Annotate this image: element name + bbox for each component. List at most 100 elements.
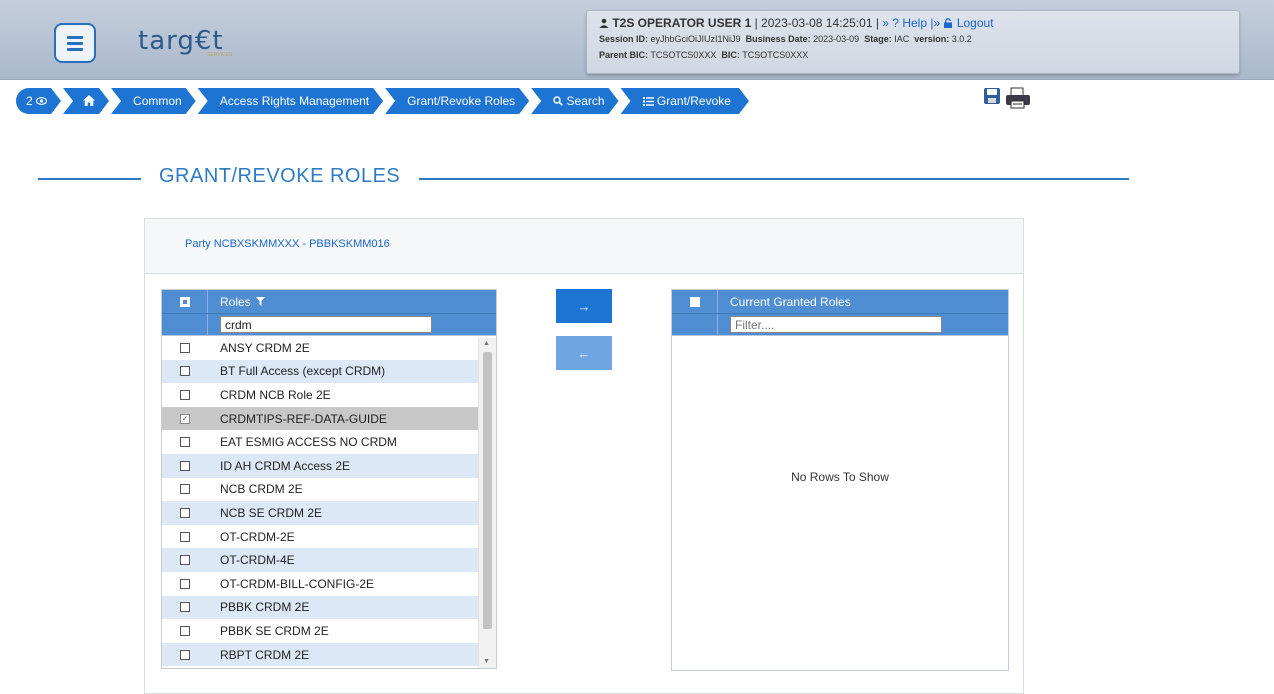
row-checkbox[interactable] <box>180 507 190 518</box>
role-name: ANSY CRDM 2E <box>220 340 310 355</box>
row-checkbox[interactable] <box>180 578 190 589</box>
row-checkbox[interactable] <box>180 555 190 566</box>
filter-icon[interactable] <box>255 297 265 306</box>
logo-subtitle: SERVICES <box>207 52 233 58</box>
parent-bic-label: Parent BIC: <box>599 50 649 60</box>
role-name: ID AH CRDM Access 2E <box>220 458 351 473</box>
list-item[interactable]: ID AH CRDM Access 2E <box>162 453 496 478</box>
row-checkbox[interactable] <box>180 649 190 660</box>
granted-roles-grid: Current Granted Roles No Rows To Show <box>671 289 1009 671</box>
breadcrumb-grant-revoke[interactable]: Grant/Revoke <box>621 88 749 114</box>
row-checkbox[interactable] <box>180 531 190 542</box>
row-checkbox[interactable] <box>180 437 190 448</box>
roles-filter-row <box>162 314 496 336</box>
history-counter-button[interactable]: 2 <box>16 88 61 114</box>
row-checkbox[interactable] <box>180 625 190 636</box>
list-item[interactable]: NCB CRDM 2E <box>162 478 496 502</box>
role-name: PBBK CRDM 2E <box>220 600 310 615</box>
row-checkbox[interactable]: ✓ <box>180 413 190 424</box>
list-item[interactable]: CRDM NCB Role 2E <box>162 383 496 407</box>
logout-link[interactable]: Logout <box>957 16 994 30</box>
print-icon[interactable] <box>1005 87 1031 109</box>
breadcrumb-home[interactable] <box>63 88 109 114</box>
session-datetime: | 2023-03-08 14:25:01 | <box>754 16 879 30</box>
row-checkbox-cell <box>162 572 208 596</box>
list-item[interactable]: PBBK CRDM 2E <box>162 595 496 620</box>
lock-icon <box>944 18 953 28</box>
save-icon[interactable] <box>983 87 1001 105</box>
list-item[interactable]: ANSY CRDM 2E <box>162 336 496 360</box>
page-title-row: GRANT/REVOKE ROLES <box>38 164 1130 194</box>
row-checkbox[interactable] <box>180 342 190 353</box>
help-link[interactable]: » ? Help <box>882 16 927 30</box>
granted-filter-input[interactable] <box>730 316 942 333</box>
row-checkbox-cell <box>162 383 208 407</box>
home-icon <box>83 95 95 106</box>
grant-role-button[interactable]: → <box>556 289 612 323</box>
breadcrumb-grant-revoke-roles[interactable]: Grant/Revoke Roles <box>385 88 529 114</box>
row-checkbox-cell <box>162 525 208 549</box>
grant-revoke-panel: Party NCBXSKMMXXX - PBBKSKMM016 Roles AN… <box>144 218 1024 694</box>
revoke-role-button[interactable]: ← <box>556 336 612 370</box>
roles-scrollbar[interactable]: ▲ ▼ <box>478 338 496 668</box>
granted-filter-spacer <box>672 314 718 335</box>
row-checkbox-cell: ✓ <box>162 407 208 431</box>
list-item[interactable]: EAT ESMIG ACCESS NO CRDM <box>162 430 496 454</box>
select-all-granted-checkbox[interactable] <box>689 296 700 307</box>
party-label[interactable]: Party NCBXSKMMXXX - PBBKSKMM016 <box>185 238 390 250</box>
row-checkbox[interactable] <box>180 366 190 377</box>
roles-grid: Roles ANSY CRDM 2E BT Full Access (except… <box>161 289 497 669</box>
role-name: PBBK SE CRDM 2E <box>220 623 329 638</box>
list-item[interactable]: NCB SE CRDM 2E <box>162 501 496 525</box>
breadcrumb-access-rights-management[interactable]: Access Rights Management <box>198 88 383 114</box>
list-item[interactable]: OT-CRDM-BILL-CONFIG-2E <box>162 572 496 596</box>
row-checkbox-cell <box>162 643 208 667</box>
party-header: Party NCBXSKMMXXX - PBBKSKMM016 <box>145 219 1023 274</box>
bic-value: TCSOTCS0XXX <box>742 50 809 60</box>
role-name: CRDM NCB Role 2E <box>220 387 331 402</box>
role-name: EAT ESMIG ACCESS NO CRDM <box>220 435 397 450</box>
breadcrumb-common[interactable]: Common <box>111 88 196 114</box>
page-title: GRANT/REVOKE ROLES <box>159 165 401 187</box>
granted-roles-column-header[interactable]: Current Granted Roles <box>718 295 851 309</box>
title-divider-right <box>419 178 1129 180</box>
row-checkbox[interactable] <box>180 602 190 613</box>
eye-icon <box>36 97 47 105</box>
granted-filter-row <box>672 314 1008 336</box>
row-checkbox-cell <box>162 548 208 572</box>
row-checkbox-cell <box>162 454 208 478</box>
role-name: BT Full Access (except CRDM) <box>220 364 386 379</box>
stage-value: IAC <box>894 34 910 44</box>
list-item[interactable]: BT Full Access (except CRDM) <box>162 359 496 384</box>
hamburger-menu-button[interactable] <box>54 23 96 63</box>
role-name: NCB SE CRDM 2E <box>220 505 323 520</box>
top-bar: targ€t SERVICES T2S OPERATOR USER 1 | 20… <box>0 0 1274 80</box>
list-item[interactable]: RBPT CRDM 2E <box>162 642 496 667</box>
row-checkbox[interactable] <box>180 484 190 495</box>
list-item[interactable]: ✓ CRDMTIPS-REF-DATA-GUIDE <box>162 406 496 431</box>
no-rows-message: No Rows To Show <box>791 470 889 484</box>
history-count: 2 <box>26 94 33 108</box>
row-checkbox-cell <box>162 336 208 360</box>
row-checkbox[interactable] <box>180 460 190 471</box>
scroll-up-icon[interactable]: ▲ <box>483 340 490 347</box>
business-date-value: 2023-03-09 <box>813 34 860 44</box>
session-id-value: eyJhbGciOiJIUzI1NiJ9 <box>650 34 741 44</box>
row-checkbox[interactable] <box>180 389 190 400</box>
roles-filter-input[interactable] <box>220 316 432 333</box>
breadcrumb-search[interactable]: Search <box>531 88 618 114</box>
select-all-roles-checkbox[interactable] <box>179 296 190 307</box>
list-item[interactable]: PBBK SE CRDM 2E <box>162 619 496 643</box>
list-item[interactable]: OT-CRDM-4E <box>162 548 496 572</box>
menu-icon <box>67 41 83 45</box>
scroll-down-icon[interactable]: ▼ <box>483 658 490 665</box>
breadcrumb-search-label: Search <box>566 94 605 108</box>
parent-bic-value: TCSOTCS0XXX <box>650 50 717 60</box>
breadcrumb-grant-revoke-label: Grant/Revoke <box>656 94 731 108</box>
select-all-roles-cell <box>162 290 208 313</box>
roles-column-header[interactable]: Roles <box>208 295 251 309</box>
scroll-thumb[interactable] <box>483 352 492 629</box>
row-checkbox-cell <box>162 501 208 525</box>
list-item[interactable]: OT-CRDM-2E <box>162 525 496 549</box>
business-date-label: Business Date: <box>745 34 811 44</box>
